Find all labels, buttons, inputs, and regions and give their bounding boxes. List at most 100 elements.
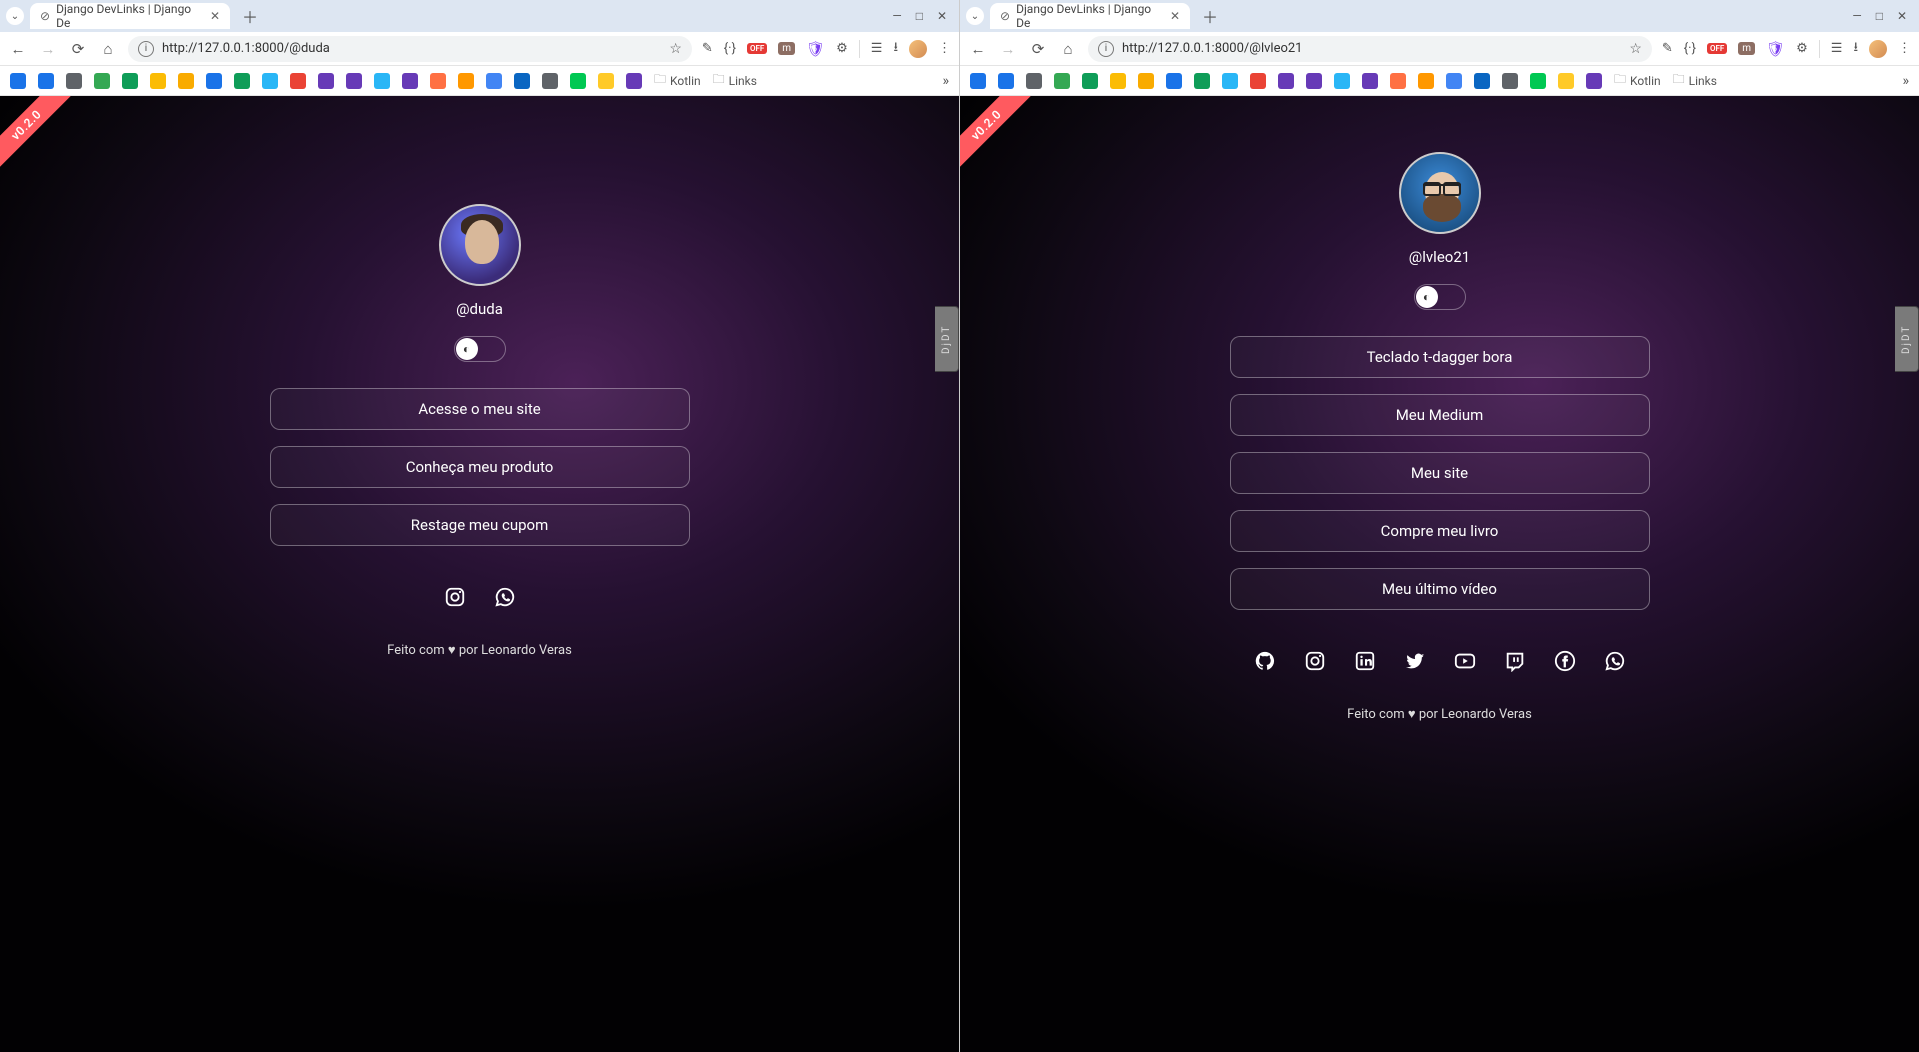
- reading-list-icon[interactable]: ☰: [871, 41, 883, 56]
- new-tab-button[interactable]: ＋: [1196, 4, 1224, 28]
- brackets-icon[interactable]: {·}: [1684, 41, 1696, 56]
- extensions-icon[interactable]: ⚙: [836, 41, 848, 56]
- m-extension-icon[interactable]: m: [1738, 42, 1755, 55]
- url-input[interactable]: i http://127.0.0.1:8000/@lvleo21 ☆: [1088, 36, 1652, 62]
- link-button[interactable]: Meu site: [1230, 452, 1650, 494]
- link-button[interactable]: Conheça meu produto: [270, 446, 690, 488]
- bookmark-icon[interactable]: [1026, 73, 1042, 89]
- tab-search-dropdown[interactable]: ⌄: [6, 7, 24, 25]
- bookmark-icon[interactable]: [514, 73, 530, 89]
- bookmark-icon[interactable]: [346, 73, 362, 89]
- tab-search-dropdown[interactable]: ⌄: [966, 7, 984, 25]
- site-info-icon[interactable]: i: [138, 41, 154, 57]
- bookmark-icon[interactable]: [1138, 73, 1154, 89]
- theme-toggle[interactable]: ◐: [454, 336, 506, 362]
- off-badge-icon[interactable]: OFF: [747, 43, 767, 54]
- bookmark-star-icon[interactable]: ☆: [1629, 41, 1642, 57]
- link-button[interactable]: Meu Medium: [1230, 394, 1650, 436]
- new-tab-button[interactable]: ＋: [236, 4, 264, 28]
- bookmark-icon[interactable]: [1362, 73, 1378, 89]
- nav-back-icon[interactable]: ←: [968, 40, 988, 58]
- bookmark-icon[interactable]: [178, 73, 194, 89]
- tab-close-icon[interactable]: ✕: [210, 9, 220, 23]
- bookmark-folder[interactable]: 🗀Kotlin: [654, 70, 701, 91]
- nav-forward-icon[interactable]: →: [38, 40, 58, 58]
- theme-toggle[interactable]: ◐: [1414, 284, 1466, 310]
- reading-list-icon[interactable]: ☰: [1831, 41, 1843, 56]
- bookmark-icon[interactable]: [1558, 73, 1574, 89]
- bookmarks-overflow[interactable]: »: [1902, 73, 1909, 89]
- whatsapp-icon[interactable]: [1604, 650, 1626, 672]
- twitter-icon[interactable]: [1404, 650, 1426, 672]
- nav-home-icon[interactable]: ⌂: [1058, 40, 1078, 58]
- tab-close-icon[interactable]: ✕: [1170, 9, 1180, 23]
- window-maximize-icon[interactable]: □: [916, 9, 923, 23]
- bookmark-icon[interactable]: [318, 73, 334, 89]
- bookmark-icon[interactable]: [290, 73, 306, 89]
- facebook-icon[interactable]: [1554, 650, 1576, 672]
- instagram-icon[interactable]: [1304, 650, 1326, 672]
- m-extension-icon[interactable]: m: [778, 42, 795, 55]
- downloads-icon[interactable]: ⭳: [1853, 38, 1858, 60]
- downloads-icon[interactable]: ⭳: [893, 38, 898, 60]
- off-badge-icon[interactable]: OFF: [1707, 43, 1727, 54]
- django-debug-toolbar-handle[interactable]: DjDT: [935, 306, 959, 372]
- profile-avatar-icon[interactable]: [1869, 40, 1887, 58]
- bookmark-icon[interactable]: [262, 73, 278, 89]
- bookmark-icon[interactable]: [1418, 73, 1434, 89]
- bookmark-icon[interactable]: [234, 73, 250, 89]
- browser-tab[interactable]: ⊘ Django DevLinks | Django De ✕: [30, 3, 230, 29]
- bookmark-icon[interactable]: [1586, 73, 1602, 89]
- browser-tab[interactable]: ⊘ Django DevLinks | Django De ✕: [990, 3, 1190, 29]
- bookmark-icon[interactable]: [626, 73, 642, 89]
- window-minimize-icon[interactable]: —: [892, 9, 901, 23]
- whatsapp-icon[interactable]: [494, 586, 516, 608]
- brackets-icon[interactable]: {·}: [724, 41, 736, 56]
- link-button[interactable]: Meu último vídeo: [1230, 568, 1650, 610]
- bookmark-icon[interactable]: [542, 73, 558, 89]
- bookmark-icon[interactable]: [10, 73, 26, 89]
- bookmark-icon[interactable]: [374, 73, 390, 89]
- bookmark-icon[interactable]: [402, 73, 418, 89]
- bookmark-icon[interactable]: [38, 73, 54, 89]
- url-input[interactable]: i http://127.0.0.1:8000/@duda ☆: [128, 36, 692, 62]
- bookmark-icon[interactable]: [150, 73, 166, 89]
- bookmark-icon[interactable]: [1082, 73, 1098, 89]
- window-maximize-icon[interactable]: □: [1876, 9, 1883, 23]
- linkedin-icon[interactable]: [1354, 650, 1376, 672]
- bookmark-star-icon[interactable]: ☆: [669, 41, 682, 57]
- bookmark-icon[interactable]: [1166, 73, 1182, 89]
- bookmark-icon[interactable]: [1474, 73, 1490, 89]
- eyedropper-icon[interactable]: ✎: [702, 41, 713, 56]
- window-minimize-icon[interactable]: —: [1852, 9, 1861, 23]
- bookmark-icon[interactable]: [66, 73, 82, 89]
- eyedropper-icon[interactable]: ✎: [1662, 41, 1673, 56]
- site-info-icon[interactable]: i: [1098, 41, 1114, 57]
- bookmark-icon[interactable]: [430, 73, 446, 89]
- nav-reload-icon[interactable]: ⟳: [68, 40, 88, 58]
- bookmark-icon[interactable]: [1110, 73, 1126, 89]
- bookmark-icon[interactable]: [570, 73, 586, 89]
- window-close-icon[interactable]: ✕: [937, 9, 947, 23]
- bookmark-icon[interactable]: [1306, 73, 1322, 89]
- bookmark-icon[interactable]: [1222, 73, 1238, 89]
- link-button[interactable]: Restage meu cupom: [270, 504, 690, 546]
- bookmark-icon[interactable]: [970, 73, 986, 89]
- bookmark-icon[interactable]: [122, 73, 138, 89]
- bookmark-icon[interactable]: [1194, 73, 1210, 89]
- link-button[interactable]: Teclado t-dagger bora: [1230, 336, 1650, 378]
- bookmark-icon[interactable]: [1250, 73, 1266, 89]
- bookmark-icon[interactable]: [1530, 73, 1546, 89]
- bookmark-icon[interactable]: [1446, 73, 1462, 89]
- nav-home-icon[interactable]: ⌂: [98, 40, 118, 58]
- calendar-extension-icon[interactable]: 🛡15: [806, 40, 825, 58]
- link-button[interactable]: Compre meu livro: [1230, 510, 1650, 552]
- link-button[interactable]: Acesse o meu site: [270, 388, 690, 430]
- bookmark-icon[interactable]: [458, 73, 474, 89]
- nav-reload-icon[interactable]: ⟳: [1028, 40, 1048, 58]
- extensions-icon[interactable]: ⚙: [1796, 41, 1808, 56]
- youtube-icon[interactable]: [1454, 650, 1476, 672]
- bookmark-folder[interactable]: 🗀Links: [1673, 70, 1717, 91]
- twitch-icon[interactable]: [1504, 650, 1526, 672]
- window-close-icon[interactable]: ✕: [1897, 9, 1907, 23]
